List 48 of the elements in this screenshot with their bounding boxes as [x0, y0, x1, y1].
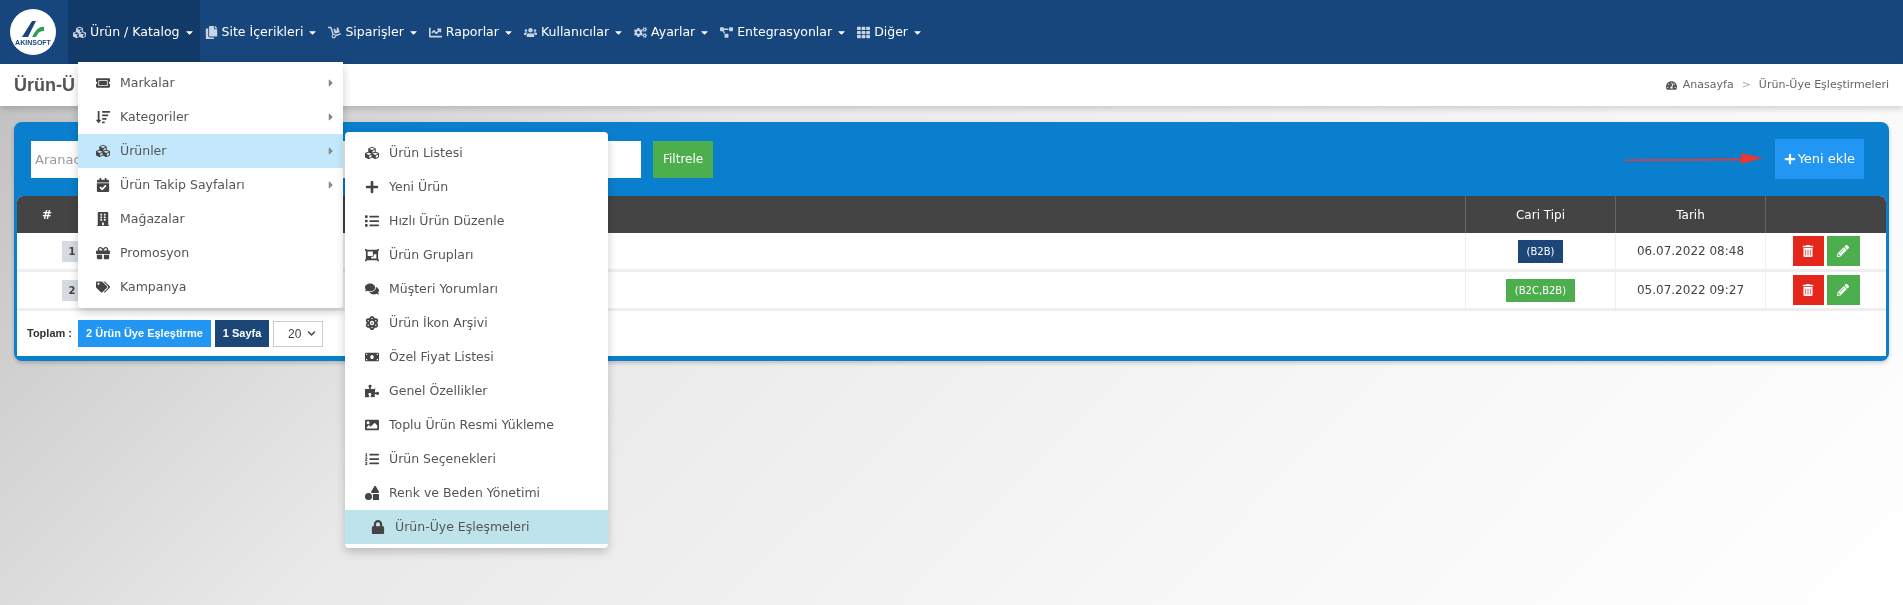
- breadcrumb-separator: >: [1741, 76, 1751, 93]
- menu-item[interactable]: Ürün Takip Sayfaları: [78, 168, 343, 202]
- submenu-item[interactable]: Ürün İkon Arşivi: [345, 306, 608, 340]
- nav-label: Siparişler: [345, 22, 404, 41]
- date-cell-text: 05.07.2022 09:27: [1636, 282, 1745, 299]
- menu-item[interactable]: Mağazalar: [78, 202, 343, 236]
- submenu-item[interactable]: Toplu Ürün Resmi Yükleme: [345, 408, 608, 442]
- submenu-item[interactable]: Hızlı Ürün Düzenle: [345, 204, 608, 238]
- page-title: Ürün-Ü: [14, 73, 75, 97]
- page-size-select[interactable]: 20: [273, 320, 324, 347]
- nav-label: Kullanıcılar: [540, 22, 610, 41]
- submenu-item[interactable]: Renk ve Beden Yönetimi: [345, 476, 608, 510]
- column-header: #: [41, 206, 53, 224]
- submenu-item[interactable]: Yeni Ürün: [345, 170, 608, 204]
- breadcrumb-current: Ürün-Üye Eşleştirmeleri: [1758, 76, 1889, 93]
- nav-label: Diğer: [874, 22, 908, 41]
- nav-label: Ürün / Katalog: [90, 22, 180, 41]
- nav-menu-item[interactable]: Entegrasyonlar: [715, 0, 853, 64]
- submenu-item[interactable]: Genel Özellikler: [345, 374, 608, 408]
- nav-menu-item[interactable]: Ürün / Katalog: [68, 0, 200, 64]
- submenu-item[interactable]: Ürün-Üye Eşleşmeleri: [345, 510, 608, 544]
- nav-menu-item[interactable]: Raporlar: [423, 0, 519, 64]
- nav-label: Entegrasyonlar: [737, 22, 833, 41]
- submenu-item[interactable]: Özel Fiyat Listesi: [345, 340, 608, 374]
- nav-menu-item[interactable]: Siparişler: [323, 0, 424, 64]
- menu-item[interactable]: Ürünler: [78, 134, 343, 168]
- customer-type-tag: (B2B): [1517, 239, 1564, 263]
- page-count-badge: 1 Sayfa: [214, 320, 270, 347]
- column-header: Cari Tipi: [1465, 196, 1615, 233]
- menu-item[interactable]: Kategoriler: [78, 100, 343, 134]
- nav-menu-item[interactable]: Site İçerikleri: [199, 0, 324, 64]
- total-label: Toplam :: [27, 326, 72, 342]
- count-badge: 2 Ürün Üye Eşleştirme: [78, 320, 211, 347]
- nav-menu-item[interactable]: Diğer: [852, 0, 928, 64]
- nav-label: Ayarlar: [651, 22, 696, 41]
- nav-label: Site İçerikleri: [221, 22, 304, 41]
- menu-item[interactable]: Markalar: [78, 66, 343, 100]
- customer-type-tag: (B2C,B2B): [1505, 278, 1576, 302]
- column-header: Tarih: [1615, 196, 1765, 233]
- submenu-item[interactable]: Ürün Seçenekleri: [345, 442, 608, 476]
- submenu-item[interactable]: Ürün Grupları: [345, 238, 608, 272]
- nav-label: Raporlar: [445, 22, 499, 41]
- submenu-item[interactable]: Ürün Listesi: [345, 136, 608, 170]
- submenu-item[interactable]: Müşteri Yorumları: [345, 272, 608, 306]
- nav-menu-item[interactable]: Ayarlar: [629, 0, 716, 64]
- breadcrumb-link[interactable]: Anasayfa: [1682, 76, 1734, 94]
- date-cell-text: 06.07.2022 08:48: [1636, 243, 1745, 260]
- nav-menu-item[interactable]: Kullanıcılar: [518, 0, 630, 64]
